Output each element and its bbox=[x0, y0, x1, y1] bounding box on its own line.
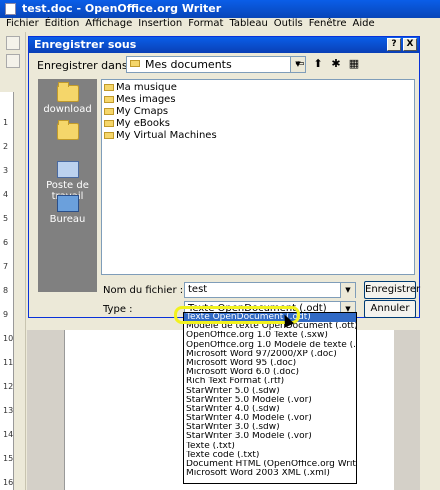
list-item[interactable]: My eBooks bbox=[104, 118, 170, 130]
right-scroll-area[interactable] bbox=[420, 32, 440, 490]
type-option[interactable]: StarWriter 4.0 Modèle (.vor) bbox=[184, 414, 356, 423]
filename-label: Nom du fichier : bbox=[103, 285, 184, 296]
help-button[interactable]: ? bbox=[387, 38, 401, 51]
lookin-label: Enregistrer dans : bbox=[37, 59, 135, 72]
ruler-mark: 10 bbox=[3, 334, 14, 343]
writer-doc-icon bbox=[5, 3, 16, 15]
ruler-mark: 7 bbox=[3, 262, 9, 271]
filename-input[interactable]: test ▼ bbox=[184, 282, 356, 298]
app-title-text: test.doc - OpenOffice.org Writer bbox=[22, 2, 222, 15]
desktop-icon bbox=[56, 195, 79, 212]
type-dropdown-list[interactable]: Texte OpenDocument (.odt) Modèle de text… bbox=[183, 312, 357, 484]
type-option[interactable]: OpenOffice.org 1.0 Texte (.sxw) bbox=[184, 331, 356, 340]
type-option[interactable]: Microsoft Word 95 (.doc) bbox=[184, 359, 356, 368]
ruler-mark: 11 bbox=[3, 358, 14, 367]
menu-outils[interactable]: Outils bbox=[271, 18, 306, 29]
folder-icon bbox=[56, 120, 79, 140]
file-name: My Virtual Machines bbox=[116, 130, 217, 141]
file-name: Ma musique bbox=[116, 82, 177, 93]
folder-icon bbox=[130, 60, 140, 67]
place-label: Bureau bbox=[49, 214, 86, 225]
vertical-ruler: 1 2 3 4 5 6 7 8 9 10 11 12 13 14 15 16 bbox=[0, 92, 14, 490]
folder-icon bbox=[56, 82, 79, 102]
ruler-mark: 4 bbox=[3, 190, 9, 199]
type-option[interactable]: StarWriter 3.0 Modèle (.vor) bbox=[184, 432, 356, 441]
save-button[interactable]: Enregistrer bbox=[364, 281, 420, 299]
type-option[interactable]: Microsoft Word 97/2000/XP (.doc) bbox=[184, 350, 356, 359]
folder-icon bbox=[104, 108, 114, 115]
file-name: Mes images bbox=[116, 94, 176, 105]
type-option[interactable]: Texte (.txt) bbox=[184, 442, 356, 451]
place-download[interactable]: download bbox=[38, 82, 97, 115]
app-titlebar: test.doc - OpenOffice.org Writer bbox=[0, 0, 440, 18]
ruler-mark: 8 bbox=[3, 286, 9, 295]
ruler-mark: 14 bbox=[3, 430, 14, 439]
type-option[interactable]: OpenOffice.org 1.0 Modèle de texte (.stw… bbox=[184, 341, 356, 350]
view-menu-icon[interactable]: ▦ bbox=[347, 57, 361, 71]
dialog-title: Enregistrer sous bbox=[34, 38, 137, 51]
back-icon[interactable]: ⇦ bbox=[293, 57, 307, 71]
dialog-titlebar: Enregistrer sous ? X bbox=[29, 37, 419, 53]
type-option[interactable]: Rich Text Format (.rtf) bbox=[184, 377, 356, 386]
close-button[interactable]: X bbox=[403, 38, 417, 51]
list-item[interactable]: My Cmaps bbox=[104, 106, 168, 118]
toolbar-icon[interactable] bbox=[6, 54, 20, 68]
save-as-dialog: Enregistrer sous ? X Enregistrer dans : … bbox=[28, 36, 420, 318]
place-label: download bbox=[43, 104, 92, 115]
menu-insertion[interactable]: Insertion bbox=[135, 18, 185, 29]
chevron-down-icon[interactable]: ▼ bbox=[340, 283, 355, 298]
menubar: Fichier Édition Affichage Insertion Format Ta… bbox=[0, 18, 440, 32]
menu-affichage[interactable]: Affichage bbox=[82, 18, 135, 29]
ruler-mark: 1 bbox=[3, 118, 9, 127]
cancel-button[interactable]: Annuler bbox=[364, 300, 416, 318]
menu-fenetre[interactable]: Fenêtre bbox=[306, 18, 350, 29]
menu-aide[interactable]: Aide bbox=[350, 18, 378, 29]
lookin-select[interactable]: Mes documents ▼ bbox=[126, 56, 306, 73]
ruler-mark: 2 bbox=[3, 142, 9, 151]
menu-tableau[interactable]: Tableau bbox=[226, 18, 270, 29]
ruler-mark: 16 bbox=[3, 478, 14, 487]
menu-format[interactable]: Format bbox=[185, 18, 226, 29]
type-option[interactable]: StarWriter 5.0 Modèle (.vor) bbox=[184, 396, 356, 405]
file-list[interactable]: Ma musique Mes images My Cmaps My eBooks… bbox=[101, 79, 415, 275]
type-option[interactable]: Microsoft Word 2003 XML (.xml) bbox=[184, 469, 356, 478]
type-option[interactable]: Modèle de texte OpenDocument (.ott) bbox=[184, 322, 356, 331]
ruler-mark: 3 bbox=[3, 166, 9, 175]
up-folder-icon[interactable]: ⬆ bbox=[311, 57, 325, 71]
folder-icon bbox=[104, 132, 114, 139]
type-option[interactable]: StarWriter 4.0 (.sdw) bbox=[184, 405, 356, 414]
type-label: Type : bbox=[103, 304, 133, 315]
ruler-mark: 9 bbox=[3, 310, 9, 319]
place-desktop[interactable]: Bureau bbox=[38, 195, 97, 225]
new-folder-icon[interactable]: ✱ bbox=[329, 57, 343, 71]
menu-edition[interactable]: Édition bbox=[42, 18, 83, 29]
filename-value: test bbox=[188, 284, 208, 295]
places-bar: download Poste de travail Bureau bbox=[38, 79, 97, 292]
computer-icon bbox=[56, 161, 79, 178]
ruler-mark: 12 bbox=[3, 382, 14, 391]
type-option[interactable]: StarWriter 3.0 (.sdw) bbox=[184, 423, 356, 432]
type-option[interactable]: Microsoft Word 6.0 (.doc) bbox=[184, 368, 356, 377]
type-option[interactable]: Texte OpenDocument (.odt) bbox=[184, 313, 356, 323]
file-name: My eBooks bbox=[116, 118, 170, 129]
list-item[interactable]: Ma musique bbox=[104, 82, 177, 94]
folder-icon bbox=[104, 84, 114, 91]
menu-fichier[interactable]: Fichier bbox=[0, 18, 42, 29]
file-name: My Cmaps bbox=[116, 106, 169, 117]
toolbar-icon[interactable] bbox=[6, 36, 20, 50]
place-folder[interactable] bbox=[38, 120, 97, 142]
type-option[interactable]: StarWriter 5.0 (.sdw) bbox=[184, 387, 356, 396]
folder-icon bbox=[104, 120, 114, 127]
ruler-mark: 15 bbox=[3, 454, 14, 463]
folder-icon bbox=[104, 96, 114, 103]
nav-toolbar: ⇦ ⬆ ✱ ▦ bbox=[293, 57, 361, 71]
ruler-mark: 5 bbox=[3, 214, 9, 223]
list-item[interactable]: Mes images bbox=[104, 94, 176, 106]
list-item[interactable]: My Virtual Machines bbox=[104, 130, 217, 142]
ruler-mark: 6 bbox=[3, 238, 9, 247]
type-option[interactable]: Texte codé (.txt) bbox=[184, 451, 356, 460]
type-option[interactable]: Document HTML (OpenOffice.org Writer) (.… bbox=[184, 460, 356, 469]
lookin-value: Mes documents bbox=[145, 58, 232, 71]
ruler-mark: 13 bbox=[3, 406, 14, 415]
